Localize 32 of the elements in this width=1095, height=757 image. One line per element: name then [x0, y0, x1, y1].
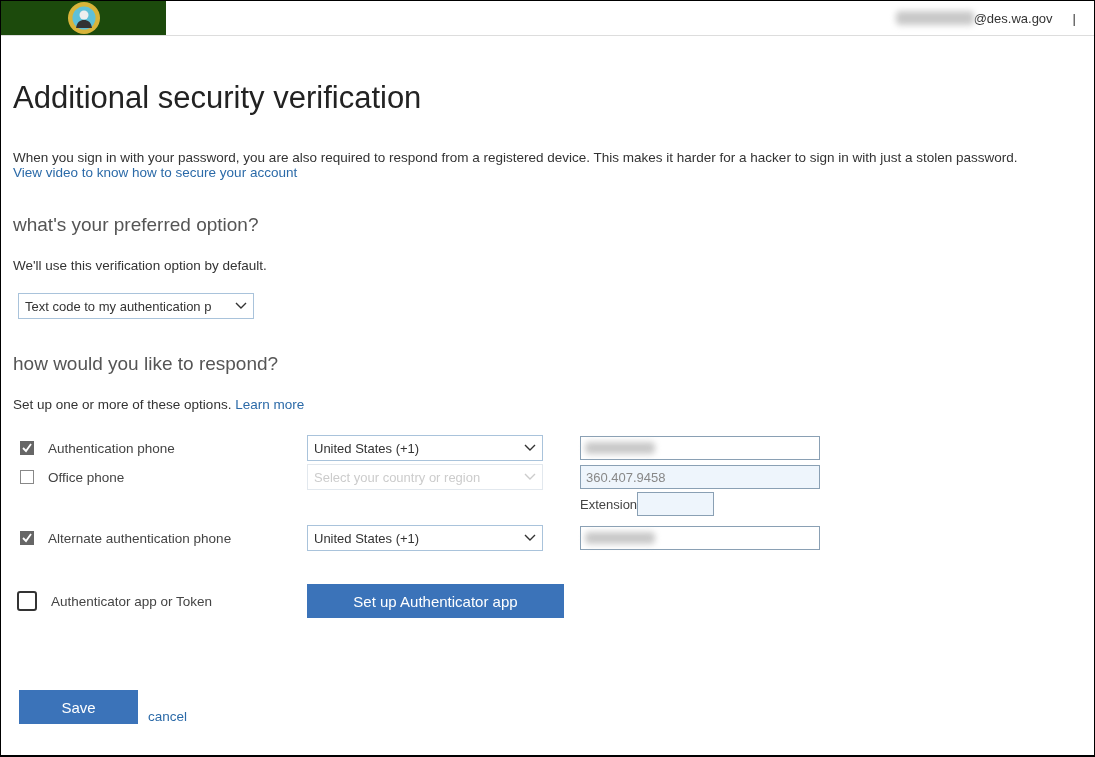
section-note: We'll use this verification option by default. [13, 258, 268, 273]
save-button[interactable]: Save [19, 690, 138, 724]
country-dropdown[interactable]: United States (+1) [307, 525, 543, 551]
preferred-option-dropdown[interactable]: Text code to my authentication p [18, 293, 254, 319]
section-heading: what's your preferred option? [13, 214, 260, 236]
phone-field[interactable] [580, 436, 820, 460]
chevron-down-icon [235, 302, 247, 310]
section-note: Set up one or more of these options. [13, 397, 232, 412]
phone-field[interactable] [580, 526, 820, 550]
seal-icon [66, 1, 101, 35]
option-label: Authentication phone [48, 440, 175, 456]
learn-more-link[interactable]: Learn more [235, 397, 305, 412]
video-link[interactable]: View video to know how to secure your account [13, 165, 298, 180]
cancel-link[interactable]: cancel [148, 709, 188, 724]
chevron-down-icon [524, 444, 536, 452]
option-label: Authenticator app or Token [51, 593, 213, 609]
intro-text: When you sign in with your password, you are also required to respond from a registered device. This makes it harder for a hacker to sign in with just a stolen password. [13, 150, 1019, 165]
extension-label: Extension [580, 496, 638, 512]
option-label: Alternate authentication phone [48, 530, 232, 546]
separator: | [1072, 10, 1076, 26]
section-heading: how would you like to respond? [13, 353, 280, 375]
option-label: Office phone [48, 469, 125, 485]
user-email: @des.wa.gov [973, 10, 1053, 26]
extension-field[interactable] [637, 492, 715, 516]
chevron-down-icon [524, 534, 536, 542]
country-dropdown[interactable]: United States (+1) [307, 435, 543, 461]
checkbox[interactable] [20, 531, 34, 545]
page-title: Additional security verification [13, 80, 423, 116]
checkbox[interactable] [17, 591, 37, 611]
chevron-down-icon [524, 473, 536, 481]
checkbox[interactable] [20, 441, 34, 455]
setup-authenticator-button[interactable]: Set up Authenticator app [307, 584, 564, 618]
